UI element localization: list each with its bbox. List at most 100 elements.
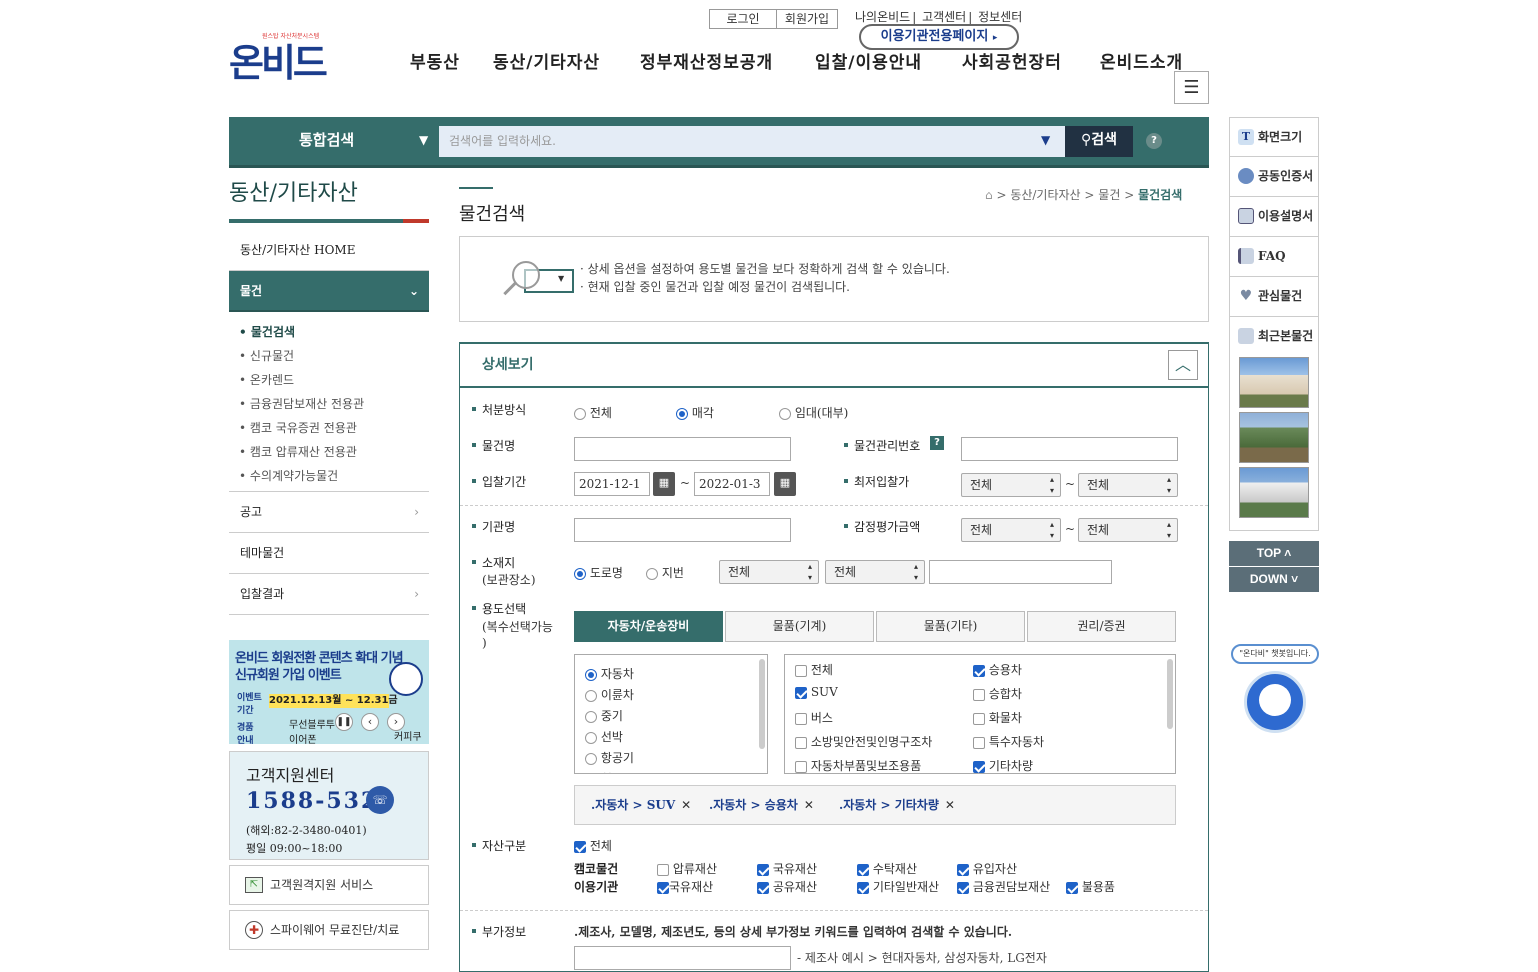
quick-certificate[interactable]: 공동인증서 <box>1229 157 1319 197</box>
link-info-center[interactable]: 정보센터 <box>978 10 1022 24</box>
nav-bid-guide[interactable]: 입찰/이용안내 <box>815 48 922 73</box>
period-end-input[interactable]: 2022-01-3 <box>694 472 770 496</box>
scrollbar[interactable] <box>759 659 765 749</box>
down-button[interactable]: DOWN ˅ <box>1229 567 1319 592</box>
lnb-sub-securities[interactable]: • 캠코 국유증권 전용관 <box>239 419 357 436</box>
lnb-item-active[interactable]: 물건 ⌄ <box>229 271 429 312</box>
mgmt-no-input[interactable] <box>961 437 1178 461</box>
nav-gov-property[interactable]: 정부재산정보공개 <box>640 48 773 73</box>
list-item[interactable]: 승합차 <box>973 685 1022 702</box>
min-bid-to-select[interactable]: 전체 <box>1078 473 1178 497</box>
list-item[interactable]: 화물차 <box>973 709 1022 726</box>
list-item[interactable]: 선박 <box>585 728 623 745</box>
logo[interactable]: 온비드 원스탑 자산처분시스템 <box>229 28 329 85</box>
period-start-input[interactable]: 2021-12-1 <box>574 472 650 496</box>
tab-goods[interactable]: 물품(기타) <box>876 611 1025 642</box>
lnb-sub-private[interactable]: • 수의계약가능물건 <box>239 467 338 484</box>
list-item[interactable]: 특수자동차 <box>973 733 1044 750</box>
list-item[interactable]: 중기 <box>585 707 623 724</box>
asset-checkbox[interactable]: 금융권담보재산 <box>957 878 1050 895</box>
home-icon[interactable]: ⌂ <box>985 188 993 202</box>
search-input[interactable]: 검색어를 입력하세요. <box>439 126 1065 157</box>
caret-down-icon[interactable]: ▼ <box>419 133 428 147</box>
name-input[interactable] <box>574 437 791 461</box>
quick-favorites[interactable]: ♥ 관심물건 <box>1229 277 1319 317</box>
location-sigungu-select[interactable]: 전체 <box>825 560 925 584</box>
list-item[interactable]: 항공기 <box>585 749 634 766</box>
close-icon[interactable]: ✕ <box>945 798 955 812</box>
nav-realestate[interactable]: 부동산 <box>410 48 460 73</box>
scrollbar[interactable] <box>1167 659 1173 729</box>
prev-icon[interactable]: ‹ <box>361 713 379 731</box>
menu-icon[interactable]: ☰ <box>1174 71 1209 104</box>
recent-thumbnail[interactable] <box>1239 467 1309 518</box>
lnb-sub-financial[interactable]: • 금융권담보재산 전용관 <box>239 395 364 412</box>
next-icon[interactable]: › <box>387 713 405 731</box>
location-lot-radio[interactable]: 지번 <box>646 564 684 581</box>
collapse-icon[interactable]: ︿ <box>1168 350 1198 380</box>
location-sido-select[interactable]: 전체 <box>719 560 819 584</box>
lnb-sub-seized[interactable]: • 캠코 압류재산 전용관 <box>239 443 357 460</box>
institution-page-button[interactable]: 이용기관전용페이지 ▸ <box>859 24 1019 50</box>
link-my-onbid[interactable]: 나의온비드 <box>855 10 910 24</box>
subcategory-list[interactable]: 전체 승용차 SUV 승합차 버스 화물차 소방및안전및인명구조차 특수자동차 … <box>784 654 1176 774</box>
chatbot-label[interactable]: "온다비" 챗봇입니다. <box>1231 644 1319 664</box>
extra-input[interactable] <box>574 946 791 970</box>
asset-checkbox[interactable]: 압류재산 <box>657 860 717 877</box>
asset-checkbox[interactable]: 기타일반재산 <box>857 878 939 895</box>
appraisal-to-select[interactable]: 전체 <box>1078 518 1178 542</box>
recent-thumbnail[interactable] <box>1239 412 1309 463</box>
org-input[interactable] <box>574 518 791 542</box>
location-detail-input[interactable] <box>929 560 1112 584</box>
lnb-theme[interactable]: 테마물건 <box>229 533 429 574</box>
calendar-icon[interactable]: ▦ <box>774 472 796 496</box>
login-button[interactable]: 로그인 <box>709 9 777 29</box>
asset-checkbox[interactable]: 유입자산 <box>957 860 1017 877</box>
link-customer-center[interactable]: 고객센터 <box>922 10 966 24</box>
tab-vehicles[interactable]: 자동차/운송장비 <box>574 611 723 642</box>
recent-thumbnail[interactable] <box>1239 357 1309 408</box>
lnb-sub-search[interactable]: • 물건검색 <box>239 323 295 340</box>
event-banner[interactable]: 온비드 회원전환 콘텐츠 확대 기념 신규회원 가입 이벤트 이벤트 기간 20… <box>229 640 429 744</box>
lnb-result[interactable]: 입찰결과 › <box>229 574 429 615</box>
search-scope[interactable]: 통합검색 <box>299 129 354 150</box>
close-icon[interactable]: ✕ <box>804 798 814 812</box>
disposal-sale-radio[interactable]: 매각 <box>676 404 714 421</box>
list-item[interactable]: 자동차 <box>585 665 634 682</box>
quick-manual[interactable]: 이용설명서 <box>1229 197 1319 237</box>
disposal-all-radio[interactable]: 전체 <box>574 404 612 421</box>
list-item[interactable]: 이륜차 <box>585 686 634 703</box>
search-button[interactable]: ⚲검색 <box>1065 126 1133 157</box>
chatbot-icon[interactable] <box>1244 671 1306 733</box>
caret-down-icon[interactable]: ▼ <box>1041 133 1050 147</box>
list-item[interactable]: 승용차 <box>973 661 1022 678</box>
tab-rights[interactable]: 권리/증권 <box>1027 611 1176 642</box>
customer-center-banner[interactable]: 고객지원센터 1588-5321 (해외:82-2-3480-0401) 평일 … <box>229 751 429 860</box>
min-bid-from-select[interactable]: 전체 <box>961 473 1061 497</box>
help-icon[interactable]: ? <box>930 436 944 450</box>
list-item[interactable]: 철도 <box>585 770 623 773</box>
pause-icon[interactable]: ❚❚ <box>335 713 353 731</box>
close-icon[interactable]: ✕ <box>681 798 691 812</box>
asset-checkbox[interactable]: 국유재산 <box>757 860 817 877</box>
quick-font-size[interactable]: T 화면크기 <box>1229 117 1319 157</box>
list-item[interactable]: 자동차부품및보조용품 <box>795 757 921 773</box>
nav-movable[interactable]: 동산/기타자산 <box>493 48 600 73</box>
help-icon[interactable]: ? <box>1146 133 1162 149</box>
lnb-sub-new[interactable]: • 신규물건 <box>239 347 294 364</box>
calendar-icon[interactable]: ▦ <box>653 472 675 496</box>
location-road-radio[interactable]: 도로명 <box>574 564 623 581</box>
asset-checkbox[interactable]: 공유재산 <box>757 878 817 895</box>
top-button[interactable]: TOP ˄ <box>1229 541 1319 566</box>
spyware-button[interactable]: ✚ 스파이웨어 무료진단/치료 <box>229 910 429 950</box>
list-item[interactable]: SUV <box>795 685 838 699</box>
lnb-notice[interactable]: 공고 › <box>229 492 429 533</box>
category-list[interactable]: 자동차 이륜차 중기 선박 항공기 철도 <box>574 654 768 774</box>
join-button[interactable]: 회원가입 <box>776 9 838 29</box>
list-item[interactable]: 버스 <box>795 709 833 726</box>
nav-about[interactable]: 온비드소개 <box>1100 48 1183 73</box>
lnb-home[interactable]: 동산/기타자산 HOME <box>229 230 429 271</box>
list-item[interactable]: 소방및안전및인명구조차 <box>795 733 932 750</box>
disposal-lease-radio[interactable]: 임대(대부) <box>779 404 848 421</box>
breadcrumb-item[interactable]: 동산/기타자산 <box>1010 188 1080 202</box>
